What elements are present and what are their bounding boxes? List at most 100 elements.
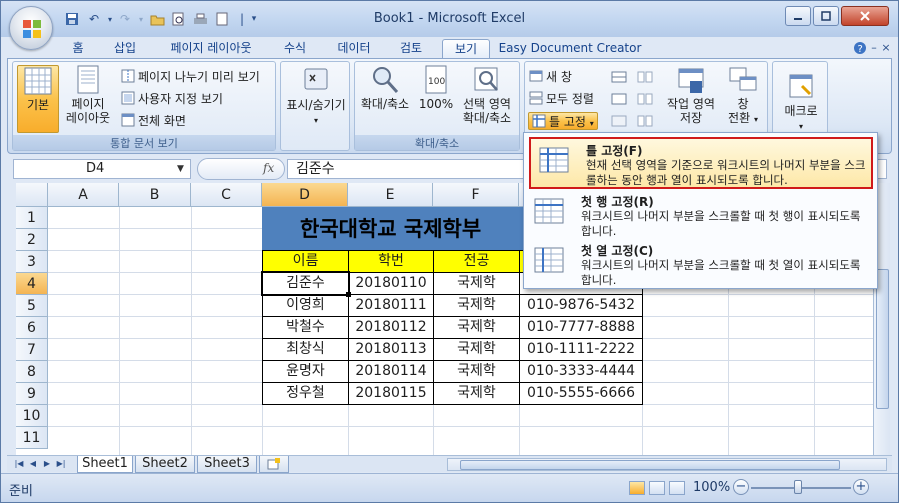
insert-sheet-icon[interactable] bbox=[259, 456, 289, 473]
menu-item-freeze-panes[interactable]: 틀 고정(F) 현재 선택 영역을 기준으로 워크시트의 나머지 부분을 스크롤… bbox=[529, 137, 873, 189]
freeze-panes-button[interactable]: 틀 고정 ▾ bbox=[528, 112, 598, 130]
help-icon[interactable]: ? bbox=[853, 41, 867, 55]
row-header-4[interactable]: 4 bbox=[16, 273, 48, 295]
tab-review[interactable]: 검토 bbox=[389, 39, 433, 59]
sheet-tab-sheet2[interactable]: Sheet2 bbox=[135, 456, 195, 473]
table-cell[interactable]: 윤명자 bbox=[262, 360, 349, 383]
table-cell[interactable]: 국제학 bbox=[433, 338, 520, 361]
zoom-slider-thumb[interactable] bbox=[794, 480, 802, 494]
column-header-e[interactable]: E bbox=[348, 183, 433, 207]
header-cell-name[interactable]: 이름 bbox=[262, 250, 349, 273]
row-header-5[interactable]: 5 bbox=[16, 295, 48, 317]
zoom-level[interactable]: 100% bbox=[693, 480, 730, 495]
horizontal-scroll-thumb[interactable] bbox=[460, 460, 840, 470]
zoom-button[interactable]: 확대/축소 bbox=[357, 65, 413, 133]
page-break-preview-button[interactable]: 페이지 나누기 미리 보기 bbox=[121, 68, 260, 86]
page-break-status-icon[interactable] bbox=[669, 481, 685, 495]
sheet-tab-sheet1[interactable]: Sheet1 bbox=[77, 456, 133, 473]
page-layout-status-icon[interactable] bbox=[649, 481, 665, 495]
row-header-10[interactable]: 10 bbox=[16, 405, 48, 427]
table-cell[interactable]: 010-3333-4444 bbox=[519, 360, 643, 383]
table-cell[interactable]: 20180110 bbox=[348, 272, 434, 295]
row-header-1[interactable]: 1 bbox=[16, 207, 48, 229]
vertical-scroll-thumb[interactable] bbox=[876, 269, 889, 409]
menu-item-freeze-top-row[interactable]: 첫 행 고정(R) 워크시트의 나머지 부분을 스크롤할 때 첫 행이 표시되도… bbox=[526, 190, 875, 240]
table-cell[interactable]: 국제학 bbox=[433, 294, 520, 317]
maximize-button[interactable] bbox=[813, 6, 839, 26]
tab-view[interactable]: 보기 bbox=[442, 39, 490, 59]
column-header-a[interactable]: A bbox=[48, 183, 119, 207]
column-header-b[interactable]: B bbox=[119, 183, 191, 207]
row-header-11[interactable]: 11 bbox=[16, 427, 48, 449]
zoom-out-icon[interactable]: − bbox=[733, 479, 749, 495]
header-cell-major[interactable]: 전공 bbox=[433, 250, 520, 273]
page-layout-view-button[interactable]: 페이지 레이아웃 bbox=[63, 65, 113, 133]
zoom-in-icon[interactable]: + bbox=[853, 479, 869, 495]
table-cell[interactable]: 010-7777-8888 bbox=[519, 316, 643, 339]
zoom-100-button[interactable]: 100 100% bbox=[417, 65, 455, 133]
synchronous-scrolling-icon[interactable] bbox=[637, 92, 653, 106]
row-header-7[interactable]: 7 bbox=[16, 339, 48, 361]
tab-insert[interactable]: 삽입 bbox=[103, 39, 147, 59]
row-header-3[interactable]: 3 bbox=[16, 251, 48, 273]
normal-view-button[interactable]: 기본 bbox=[17, 65, 59, 133]
table-cell[interactable]: 이영희 bbox=[262, 294, 349, 317]
table-cell[interactable]: 국제학 bbox=[433, 272, 520, 295]
split-icon[interactable] bbox=[611, 70, 627, 84]
table-cell[interactable]: 20180111 bbox=[348, 294, 434, 317]
arrange-all-button[interactable]: 모두 정렬 bbox=[529, 90, 594, 108]
office-button[interactable] bbox=[9, 6, 53, 50]
row-header-9[interactable]: 9 bbox=[16, 383, 48, 405]
last-sheet-icon[interactable]: ▶| bbox=[55, 458, 67, 470]
column-header-c[interactable]: C bbox=[191, 183, 262, 207]
row-header-6[interactable]: 6 bbox=[16, 317, 48, 339]
table-cell[interactable]: 010-9876-5432 bbox=[519, 294, 643, 317]
table-cell[interactable]: 국제학 bbox=[433, 316, 520, 339]
name-box[interactable]: D4 bbox=[13, 159, 191, 179]
name-box-dropdown-icon[interactable]: ▼ bbox=[177, 164, 184, 174]
row-header-8[interactable]: 8 bbox=[16, 361, 48, 383]
macros-button[interactable]: 매크로 ▾ bbox=[775, 72, 827, 140]
show-hide-button[interactable]: 표시/숨기기 ▾ bbox=[283, 66, 349, 142]
first-sheet-icon[interactable]: |◀ bbox=[13, 458, 25, 470]
table-cell[interactable]: 010-1111-2222 bbox=[519, 338, 643, 361]
view-side-by-side-icon[interactable] bbox=[637, 70, 653, 84]
custom-views-button[interactable]: 사용자 지정 보기 bbox=[121, 90, 223, 108]
close-button[interactable] bbox=[841, 6, 889, 26]
table-cell[interactable]: 20180112 bbox=[348, 316, 434, 339]
new-window-button[interactable]: 새 창 bbox=[529, 68, 572, 86]
full-screen-button[interactable]: 전체 화면 bbox=[121, 112, 186, 130]
header-cell-student-id[interactable]: 학번 bbox=[348, 250, 434, 273]
table-cell[interactable]: 010-5555-6666 bbox=[519, 382, 643, 405]
minimize-button[interactable] bbox=[785, 6, 811, 26]
reset-window-position-icon[interactable] bbox=[637, 114, 653, 128]
tab-data[interactable]: 데이터 bbox=[327, 39, 381, 59]
table-cell[interactable]: 20180114 bbox=[348, 360, 434, 383]
next-sheet-icon[interactable]: ▶ bbox=[41, 458, 53, 470]
switch-windows-button[interactable]: 창 전환 ▾ bbox=[721, 65, 765, 133]
select-all-corner[interactable] bbox=[16, 183, 48, 207]
sheet-tab-sheet3[interactable]: Sheet3 bbox=[197, 456, 257, 473]
table-cell[interactable]: 박철수 bbox=[262, 316, 349, 339]
normal-view-status-icon[interactable] bbox=[629, 481, 645, 495]
unhide-window-icon[interactable] bbox=[611, 114, 627, 128]
ribbon-close-icon[interactable]: × bbox=[879, 41, 893, 55]
column-header-f[interactable]: F bbox=[433, 183, 519, 207]
table-cell[interactable]: 국제학 bbox=[433, 382, 520, 405]
table-cell[interactable]: 국제학 bbox=[433, 360, 520, 383]
column-header-d[interactable]: D bbox=[262, 183, 348, 207]
row-header-2[interactable]: 2 bbox=[16, 229, 48, 251]
insert-function-icon[interactable]: fx bbox=[263, 161, 274, 175]
table-cell[interactable]: 20180113 bbox=[348, 338, 434, 361]
save-workspace-button[interactable]: 작업 영역 저장 bbox=[663, 65, 719, 133]
tab-page-layout[interactable]: 페이지 레이아웃 bbox=[157, 39, 265, 59]
table-cell[interactable]: 최창식 bbox=[262, 338, 349, 361]
horizontal-scrollbar[interactable] bbox=[447, 458, 887, 471]
menu-item-freeze-first-column[interactable]: 첫 열 고정(C) 워크시트의 나머지 부분을 스크롤할 때 첫 열이 표시되도… bbox=[526, 239, 875, 289]
fill-handle[interactable] bbox=[346, 292, 351, 297]
hide-window-icon[interactable] bbox=[611, 92, 627, 106]
zoom-to-selection-button[interactable]: 선택 영역 확대/축소 bbox=[457, 65, 517, 133]
tab-home[interactable]: 홈 bbox=[61, 39, 95, 59]
table-cell[interactable]: 정우철 bbox=[262, 382, 349, 405]
tab-easy-document-creator[interactable]: Easy Document Creator bbox=[497, 39, 643, 59]
